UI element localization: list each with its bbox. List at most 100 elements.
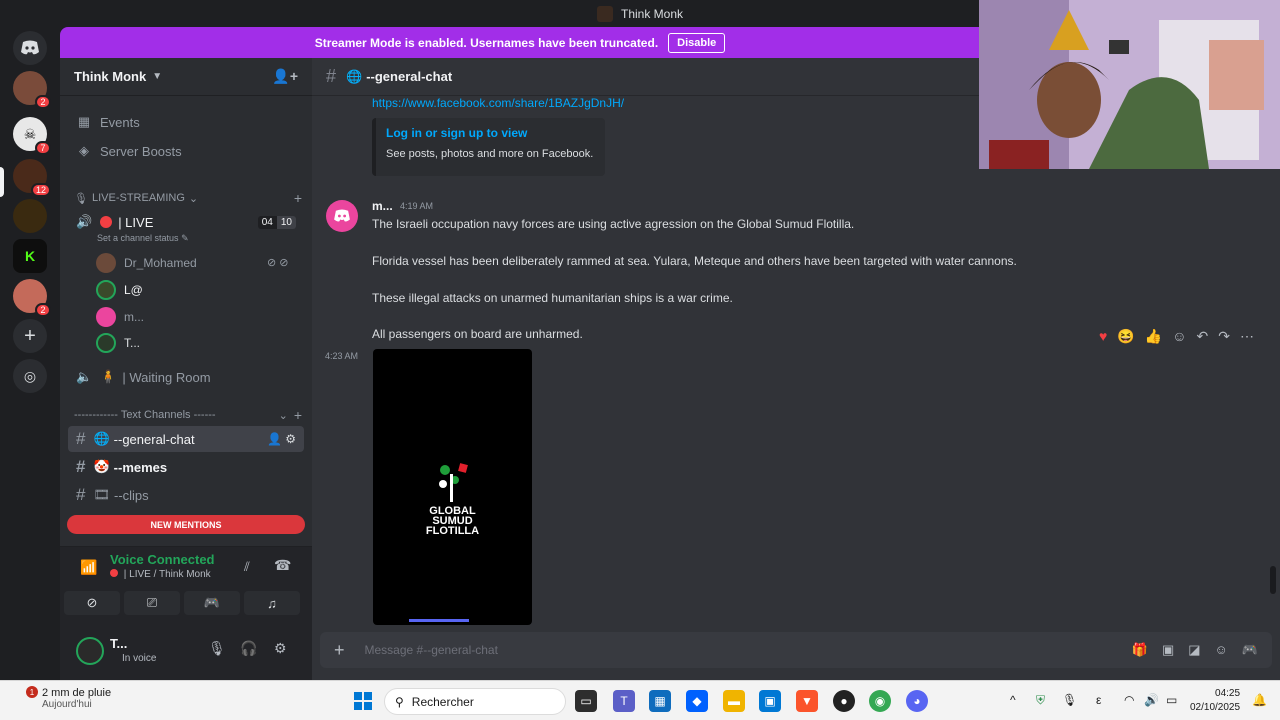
channel-label: | Waiting Room (122, 369, 211, 385)
reply-icon[interactable]: ↶ (1197, 328, 1209, 345)
thumbs-up-reaction-icon[interactable]: 👍 (1145, 328, 1162, 345)
disable-streamer-mode-button[interactable]: Disable (668, 32, 726, 53)
channel-status-hint[interactable]: Set a channel status ✎ (97, 233, 189, 244)
voice-user[interactable]: m... (96, 305, 144, 329)
video-progress-bar[interactable] (409, 619, 469, 622)
language-icon[interactable]: ε (1096, 693, 1101, 707)
server-icon-think-monk[interactable]: 12 (13, 159, 51, 197)
channel-memes[interactable]: # 🤡 --memes (68, 454, 304, 480)
hash-icon: # (76, 485, 86, 504)
avatar[interactable] (76, 637, 104, 665)
live-emoji-icon: 🎙 (74, 192, 88, 205)
more-icon[interactable]: ⋯ (1240, 328, 1254, 345)
add-channel-icon[interactable]: + (294, 190, 302, 206)
teams-icon[interactable]: T (613, 690, 635, 712)
shield-icon[interactable]: ⛨ (1036, 693, 1045, 708)
wifi-icon[interactable]: ◠ (1124, 693, 1134, 707)
server-icon-4[interactable] (13, 199, 47, 233)
microphone-icon[interactable]: 🎙 (208, 640, 226, 657)
dropbox-icon[interactable]: ◆ (686, 690, 708, 712)
user-name[interactable]: T... (110, 636, 127, 651)
voice-channel-live[interactable]: 🔊 | LIVE 04 10 (68, 209, 304, 235)
scrollbar[interactable] (1270, 566, 1276, 594)
weather-widget[interactable]: 1 2 mm de pluie Aujourd'hui (22, 686, 111, 710)
chrome-icon[interactable]: ◉ (869, 690, 891, 712)
facebook-link[interactable]: https://www.facebook.com/share/1BAZJgDnJ… (372, 96, 624, 110)
voice-user[interactable]: L@ (96, 278, 143, 302)
heart-reaction-icon[interactable]: ♥ (1099, 328, 1107, 345)
windows-taskbar: 1 2 mm de pluie Aujourd'hui ⚲ Rechercher… (0, 680, 1280, 720)
embed-title[interactable]: Log in or sign up to view (386, 126, 595, 140)
camera-off-button[interactable]: ⊘ (64, 591, 120, 615)
apps-icon[interactable]: 🎮 (1242, 642, 1258, 658)
voice-channel-link[interactable]: | LIVE / Think Monk (110, 569, 211, 580)
add-server-icon[interactable]: + (13, 319, 47, 353)
server-header[interactable]: Think Monk ▼ 👤+ (60, 58, 312, 96)
flotilla-logo-icon (439, 463, 468, 502)
taskbar-clock[interactable]: 04:25 02/10/2025 (1190, 687, 1240, 715)
file-explorer-icon[interactable]: ▬ (723, 690, 745, 712)
emoji-icon[interactable]: ☺ (1215, 642, 1228, 658)
events-item[interactable]: ▦ Events (68, 109, 304, 135)
server-icon-1[interactable]: 2 (13, 71, 51, 109)
discover-icon[interactable]: ◎ (13, 359, 47, 393)
category-live-streaming[interactable]: 🎙 LIVE-STREAMING ⌄ + (74, 189, 302, 207)
discord-home-icon[interactable] (13, 31, 47, 65)
video-attachment[interactable]: GLOBAL SUMUD FLOTILLA (373, 349, 532, 625)
battery-icon[interactable]: ▭ (1166, 693, 1177, 707)
server-icon-2[interactable]: ☠ 7 (13, 117, 51, 155)
voice-user[interactable]: Dr_Mohamed (96, 251, 197, 275)
activity-button[interactable]: 🎮 (184, 591, 240, 615)
invite-people-icon[interactable]: 👤+ (272, 68, 298, 85)
weather-badge: 1 (26, 686, 38, 698)
gear-icon[interactable]: ⚙ (274, 640, 287, 657)
remote-desktop-icon[interactable]: ▣ (759, 690, 781, 712)
windows-start-icon[interactable] (352, 690, 374, 712)
store-icon[interactable]: ▦ (649, 690, 671, 712)
sticker-icon[interactable]: ◪ (1188, 642, 1200, 658)
soundboard-button[interactable]: ♫ (244, 591, 300, 615)
avatar[interactable] (326, 200, 358, 232)
share-screen-button[interactable]: ⎚ (124, 591, 180, 615)
voice-connected-label[interactable]: Voice Connected (110, 552, 215, 567)
app-icon[interactable]: ● (833, 690, 855, 712)
add-reaction-icon[interactable]: ☺ (1172, 328, 1186, 345)
new-mentions-button[interactable]: NEW MENTIONS (67, 515, 305, 534)
brave-icon[interactable]: ▼ (796, 690, 818, 712)
task-view-icon[interactable]: ▭ (575, 690, 597, 712)
gif-icon[interactable]: ▣ (1162, 642, 1174, 658)
laugh-reaction-icon[interactable]: 😆 (1117, 328, 1134, 345)
voice-user[interactable]: T... (96, 331, 140, 355)
message-composer[interactable]: + Message #--general-chat 🎁 ▣ ◪ ☺ 🎮 (320, 632, 1272, 668)
headphones-icon[interactable]: 🎧 (240, 640, 257, 657)
voice-connected-panel: 📶 Voice Connected | LIVE / Think Monk ⫽ … (60, 546, 312, 622)
forward-icon[interactable]: ↷ (1218, 328, 1230, 345)
message-actions-bar: ♥ 😆 👍 ☺ ↶ ↷ ⋯ (1099, 328, 1254, 345)
volume-icon[interactable]: 🔊 (1144, 693, 1159, 707)
server-rail: 2 ☠ 7 12 K 2 + ◎ (0, 27, 60, 680)
microphone-icon[interactable]: 🎙 (1062, 693, 1077, 707)
channel-clips[interactable]: # 🎞 --clips (68, 482, 304, 508)
voice-channel-waiting-room[interactable]: 🔈 🧍 | Waiting Room (68, 364, 304, 390)
discord-taskbar-icon[interactable]: ◕ (906, 690, 928, 712)
server-icon-6[interactable]: 2 (13, 279, 51, 317)
add-channel-icon[interactable]: + (294, 407, 302, 423)
noise-suppression-icon[interactable]: ⫽ (244, 559, 250, 575)
notifications-icon[interactable]: 🔔 (1252, 693, 1267, 707)
invite-icon[interactable]: 👤 (267, 432, 282, 446)
message-author[interactable]: m... (372, 199, 393, 213)
disconnect-icon[interactable]: ☎ (274, 557, 291, 574)
add-attachment-icon[interactable]: + (334, 640, 345, 661)
category-text-channels[interactable]: ------------ Text Channels ------ ⌄ + (74, 406, 302, 424)
kick-server-icon[interactable]: K (13, 239, 47, 273)
red-dot-icon (110, 569, 118, 577)
message-text: Florida vessel has been deliberately ram… (372, 254, 1017, 268)
server-boosts-item[interactable]: ◈ Server Boosts (68, 138, 304, 164)
chevron-up-icon[interactable]: ^ (1010, 693, 1016, 707)
avatar (96, 280, 116, 300)
boosts-label: Server Boosts (100, 143, 182, 159)
taskbar-search[interactable]: ⚲ Rechercher (384, 688, 566, 715)
channel-general-chat[interactable]: # 🌐 --general-chat 👤 ⚙ (68, 426, 304, 452)
gift-icon[interactable]: 🎁 (1132, 642, 1148, 658)
gear-icon[interactable]: ⚙ (285, 432, 296, 446)
